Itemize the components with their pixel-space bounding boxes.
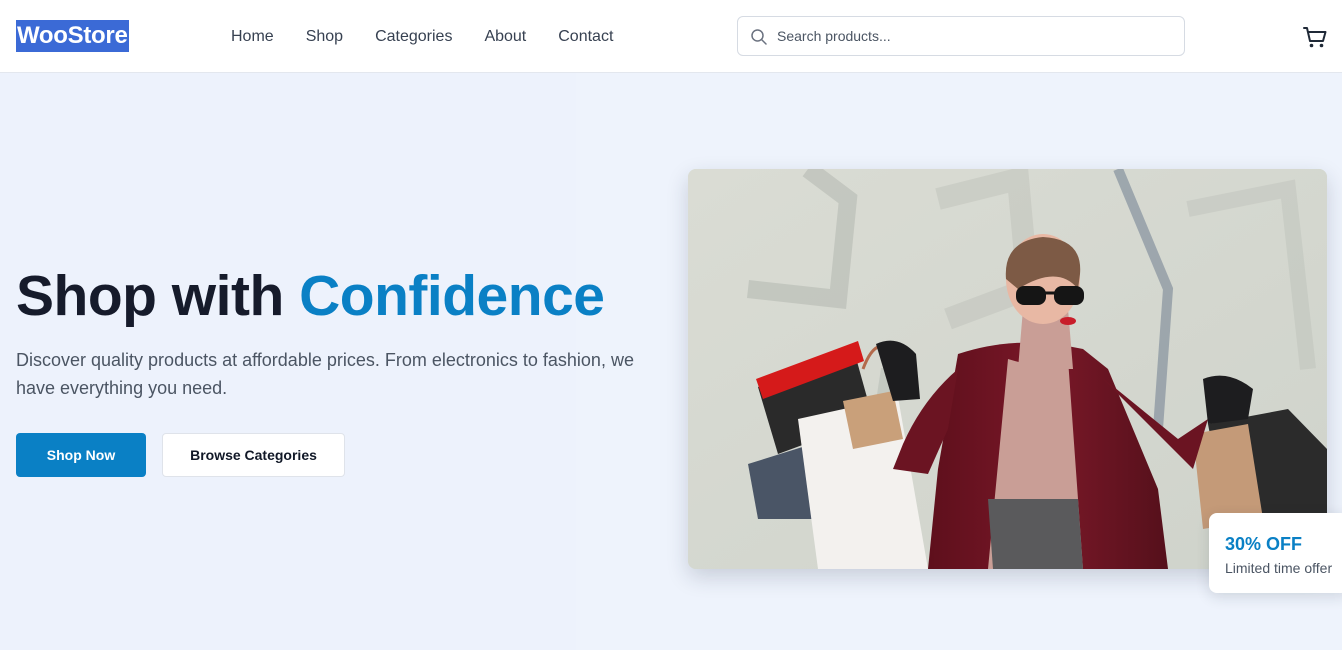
nav-home[interactable]: Home bbox=[231, 26, 274, 48]
hero-title-main: Shop with bbox=[16, 264, 284, 328]
nav-contact[interactable]: Contact bbox=[558, 26, 613, 48]
shop-now-button[interactable]: Shop Now bbox=[16, 433, 146, 477]
offer-title: 30% OFF bbox=[1225, 534, 1303, 554]
browse-categories-button[interactable]: Browse Categories bbox=[162, 433, 345, 477]
nav-shop[interactable]: Shop bbox=[306, 26, 343, 48]
offer-subtitle: Limited time offer bbox=[1225, 560, 1333, 576]
search-box bbox=[737, 16, 1185, 56]
hero-image bbox=[688, 169, 1327, 569]
shopping-woman-illustration bbox=[688, 169, 1327, 569]
logo[interactable]: WooStore bbox=[16, 20, 129, 52]
nav-about[interactable]: About bbox=[484, 26, 526, 48]
hero-title: Shop with Confidence bbox=[16, 260, 605, 332]
cart-icon[interactable] bbox=[1302, 24, 1328, 50]
site-header: WooStore Home Shop Categories About Cont… bbox=[0, 0, 1342, 73]
search-input[interactable] bbox=[777, 17, 1177, 55]
main-nav: Home Shop Categories About Contact bbox=[231, 26, 613, 48]
hero-title-accent: Confidence bbox=[299, 264, 605, 328]
offer-badge: 30% OFF Limited time offer bbox=[1209, 513, 1342, 593]
search-icon bbox=[751, 29, 767, 45]
hero-description: Discover quality products at affordable … bbox=[16, 350, 634, 398]
nav-categories[interactable]: Categories bbox=[375, 26, 452, 48]
